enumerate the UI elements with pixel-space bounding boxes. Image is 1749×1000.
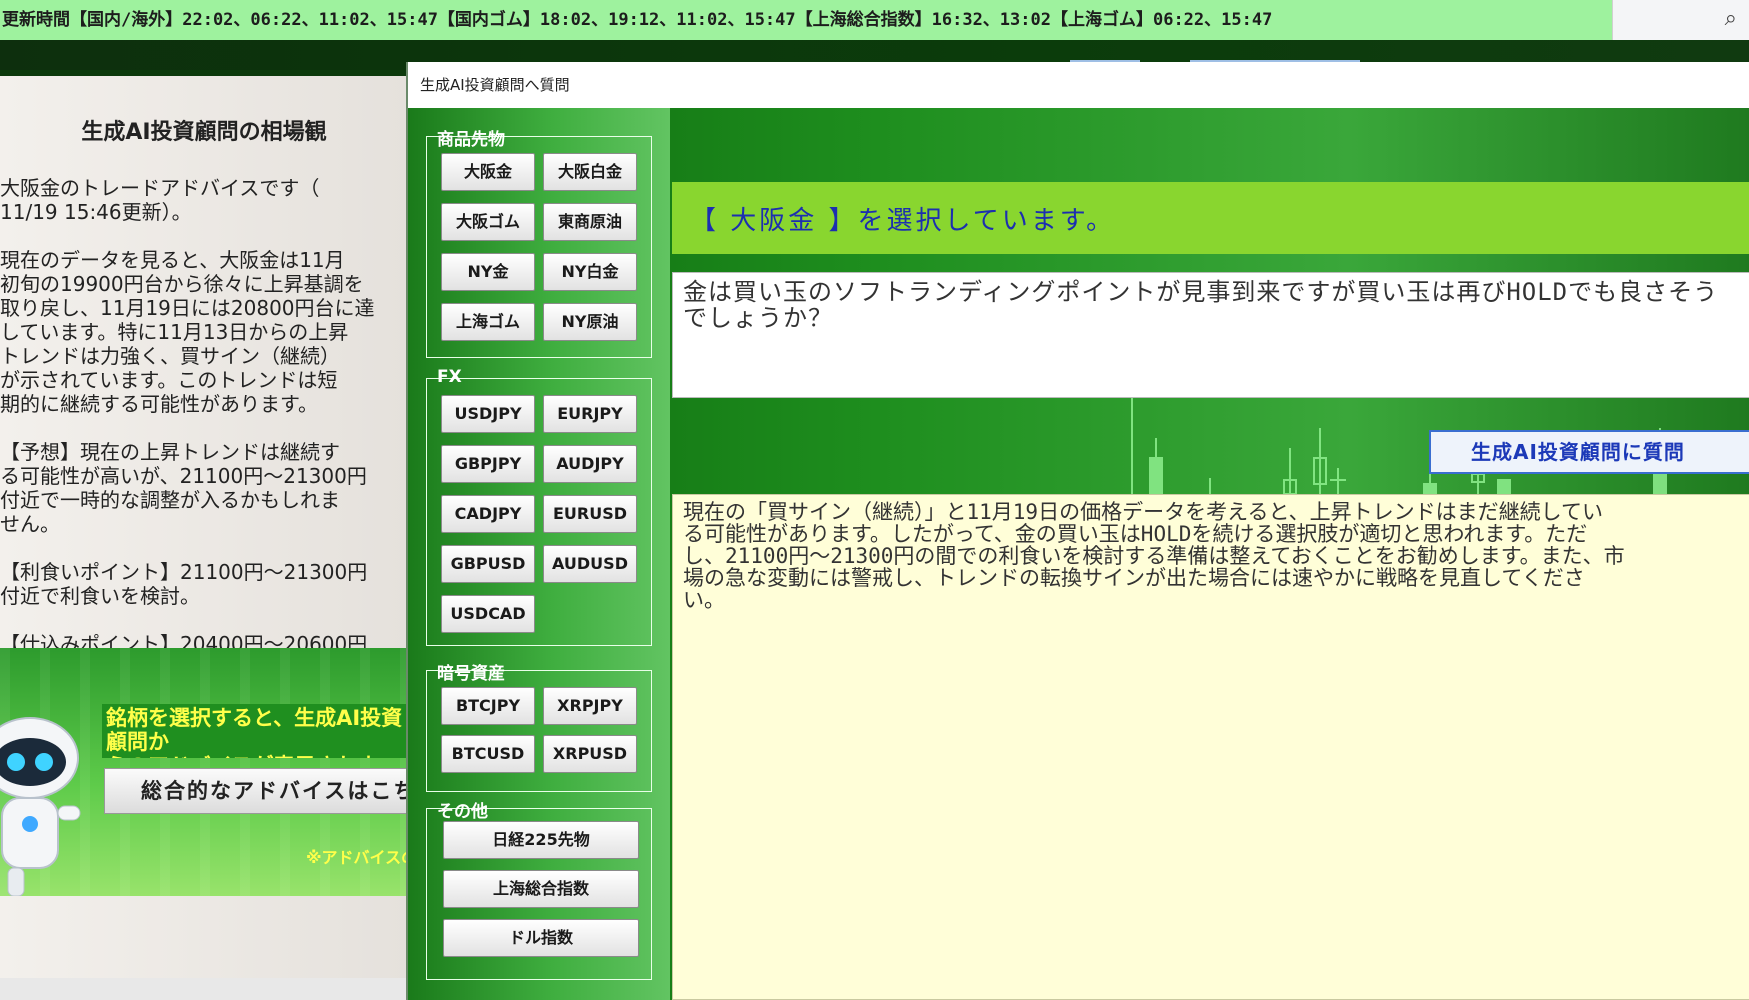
- symbol-button-eurusd[interactable]: EURUSD: [543, 495, 637, 533]
- symbol-button-gbpjpy[interactable]: GBPJPY: [441, 445, 535, 483]
- group-label: その他: [437, 802, 488, 822]
- answer-text: 現在の「買サイン（継続）」と11月19日の価格データを考えると、上昇トレンドはま…: [683, 500, 1625, 612]
- symbol-button-btcjpy[interactable]: BTCJPY: [441, 687, 535, 725]
- symbol-sidebar: 商品先物 大阪金 大阪白金 大阪ゴム 東商原油 NY金 NY白金 上海ゴム NY…: [408, 108, 670, 1000]
- ask-ai-advisor-button[interactable]: 生成AI投資顧問に質問: [1429, 430, 1749, 474]
- symbol-button-ny-crude[interactable]: NY原油: [543, 303, 637, 341]
- group-label: 暗号資産: [437, 664, 505, 684]
- ask-ai-advisor-dialog: 生成AI投資顧問へ質問 商品先物 大阪金 大阪白金 大阪ゴム 東商原油 NY金 …: [406, 62, 1749, 1000]
- left-footer: [0, 978, 408, 1000]
- symbol-button-audjpy[interactable]: AUDJPY: [543, 445, 637, 483]
- overall-advice-button[interactable]: 総合的なアドバイスはこちら: [104, 768, 408, 814]
- symbol-button-ny-platinum[interactable]: NY白金: [543, 253, 637, 291]
- symbol-button-cadjpy[interactable]: CADJPY: [441, 495, 535, 533]
- symbol-button-osaka-platinum[interactable]: 大阪白金: [543, 153, 637, 191]
- symbol-button-shanghai-composite[interactable]: 上海総合指数: [443, 870, 639, 908]
- symbol-button-osaka-gold[interactable]: 大阪金: [441, 153, 535, 191]
- search-box[interactable]: ⌕: [1612, 0, 1749, 40]
- symbol-button-usdcad[interactable]: USDCAD: [441, 595, 535, 633]
- symbol-button-eurjpy[interactable]: EURJPY: [543, 395, 637, 433]
- answer-panel: 現在の「買サイン（継続）」と11月19日の価格データを考えると、上昇トレンドはま…: [672, 494, 1749, 1000]
- group-label: FX: [437, 367, 462, 387]
- symbol-button-nikkei225-futures[interactable]: 日経225先物: [443, 821, 639, 859]
- symbol-button-xrpusd[interactable]: XRPUSD: [543, 735, 637, 773]
- symbol-button-osaka-rubber[interactable]: 大阪ゴム: [441, 203, 535, 241]
- group-crypto: 暗号資産 BTCJPY XRPJPY BTCUSD XRPUSD: [426, 664, 652, 792]
- selected-symbol-text: 【 大阪金 】を選択しています。: [690, 206, 1116, 236]
- group-fx: FX USDJPY EURJPY GBPJPY AUDJPY CADJPY EU…: [426, 367, 652, 646]
- dialog-title: 生成AI投資顧問へ質問: [420, 76, 570, 94]
- symbol-button-shanghai-rubber[interactable]: 上海ゴム: [441, 303, 535, 341]
- advice-banner-text: 銘柄を選択すると、生成AI投資顧問か らのアドバイスが表示されます。: [102, 704, 408, 758]
- dialog-body: 商品先物 大阪金 大阪白金 大阪ゴム 東商原油 NY金 NY白金 上海ゴム NY…: [408, 108, 1749, 1000]
- symbol-button-xrpjpy[interactable]: XRPJPY: [543, 687, 637, 725]
- search-icon[interactable]: ⌕: [1725, 6, 1737, 31]
- symbol-button-dollar-index[interactable]: ドル指数: [443, 919, 639, 957]
- symbol-button-audusd[interactable]: AUDUSD: [543, 545, 637, 583]
- selected-symbol-bar: 【 大阪金 】を選択しています。: [672, 182, 1749, 254]
- advice-note: ※アドバイスの: [306, 848, 408, 867]
- advice-banner: 銘柄を選択すると、生成AI投資顧問か らのアドバイスが表示されます。 総合的なア…: [0, 648, 408, 896]
- symbol-button-usdjpy[interactable]: USDJPY: [441, 395, 535, 433]
- symbol-button-ny-gold[interactable]: NY金: [441, 253, 535, 291]
- market-view-body: 大阪金のトレードアドバイスです（ 11/19 15:46更新）。 現在のデータを…: [0, 176, 375, 680]
- symbol-button-gbpusd[interactable]: GBPUSD: [441, 545, 535, 583]
- question-input[interactable]: 金は買い玉のソフトランディングポイントが見事到来ですが買い玉は再びHOLDでも良…: [672, 272, 1749, 398]
- market-view-title: 生成AI投資顧問の相場観: [81, 120, 327, 145]
- update-time-ticker: 更新時間【国内/海外】22:02、06:22、11:02、15:47【国内ゴム】…: [0, 0, 1612, 40]
- symbol-button-btcusd[interactable]: BTCUSD: [441, 735, 535, 773]
- robot-mascot-icon: [0, 717, 81, 896]
- group-label: 商品先物: [437, 130, 505, 150]
- symbol-button-tocom-crude[interactable]: 東商原油: [543, 203, 637, 241]
- group-commodity-futures: 商品先物 大阪金 大阪白金 大阪ゴム 東商原油 NY金 NY白金 上海ゴム NY…: [426, 130, 652, 358]
- group-other: その他 日経225先物 上海総合指数 ドル指数: [426, 802, 652, 980]
